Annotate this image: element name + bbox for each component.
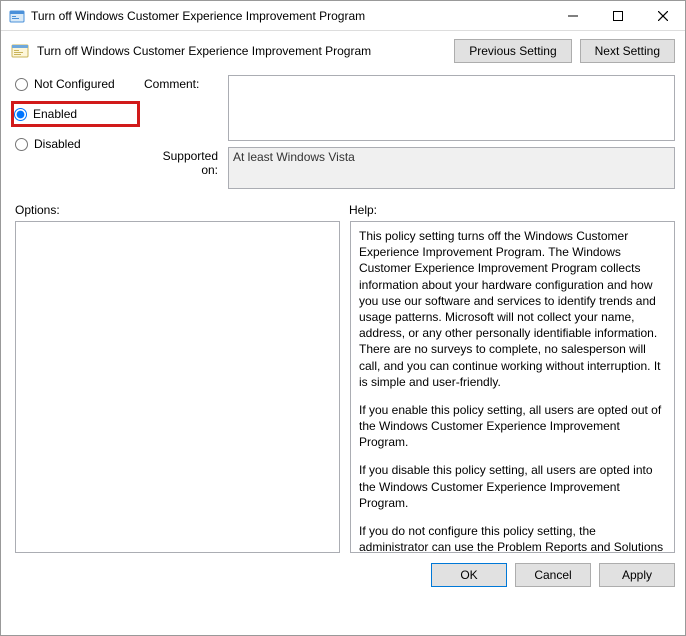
panes: This policy setting turns off the Window… xyxy=(1,221,685,553)
help-paragraph: If you do not configure this policy sett… xyxy=(359,523,666,553)
policy-title: Turn off Windows Customer Experience Imp… xyxy=(37,44,446,58)
comment-input[interactable] xyxy=(228,75,675,141)
supported-on-label: Supported on: xyxy=(144,147,224,177)
minimize-button[interactable] xyxy=(550,1,595,31)
radio-not-configured[interactable]: Not Configured xyxy=(15,77,140,91)
window-controls xyxy=(550,1,685,30)
radio-not-configured-label: Not Configured xyxy=(34,77,115,91)
radio-not-configured-input[interactable] xyxy=(15,78,28,91)
options-label: Options: xyxy=(15,203,345,217)
section-labels: Options: Help: xyxy=(1,193,685,221)
window-title: Turn off Windows Customer Experience Imp… xyxy=(31,9,550,23)
cancel-button[interactable]: Cancel xyxy=(515,563,591,587)
comment-label: Comment: xyxy=(144,75,224,91)
maximize-button[interactable] xyxy=(595,1,640,31)
app-icon xyxy=(9,8,25,24)
radio-disabled[interactable]: Disabled xyxy=(15,137,140,151)
policy-icon xyxy=(11,42,29,60)
titlebar: Turn off Windows Customer Experience Imp… xyxy=(1,1,685,31)
apply-button[interactable]: Apply xyxy=(599,563,675,587)
previous-setting-button[interactable]: Previous Setting xyxy=(454,39,571,63)
dialog-footer: OK Cancel Apply xyxy=(1,553,685,597)
radio-enabled-label: Enabled xyxy=(33,107,77,121)
radio-enabled-input[interactable] xyxy=(14,108,27,121)
radio-disabled-label: Disabled xyxy=(34,137,81,151)
settings-grid: Not Configured Enabled Disabled Comment:… xyxy=(1,71,685,193)
radio-disabled-input[interactable] xyxy=(15,138,28,151)
help-label: Help: xyxy=(345,203,675,217)
next-setting-button[interactable]: Next Setting xyxy=(580,39,675,63)
supported-on-value xyxy=(228,147,675,189)
options-pane[interactable] xyxy=(15,221,340,553)
help-paragraph: If you enable this policy setting, all u… xyxy=(359,402,666,451)
help-pane[interactable]: This policy setting turns off the Window… xyxy=(350,221,675,553)
header-row: Turn off Windows Customer Experience Imp… xyxy=(1,31,685,71)
radio-enabled[interactable]: Enabled xyxy=(11,101,140,127)
help-paragraph: This policy setting turns off the Window… xyxy=(359,228,666,390)
close-button[interactable] xyxy=(640,1,685,31)
help-paragraph: If you disable this policy setting, all … xyxy=(359,462,666,511)
ok-button[interactable]: OK xyxy=(431,563,507,587)
state-radios: Not Configured Enabled Disabled xyxy=(15,75,140,151)
